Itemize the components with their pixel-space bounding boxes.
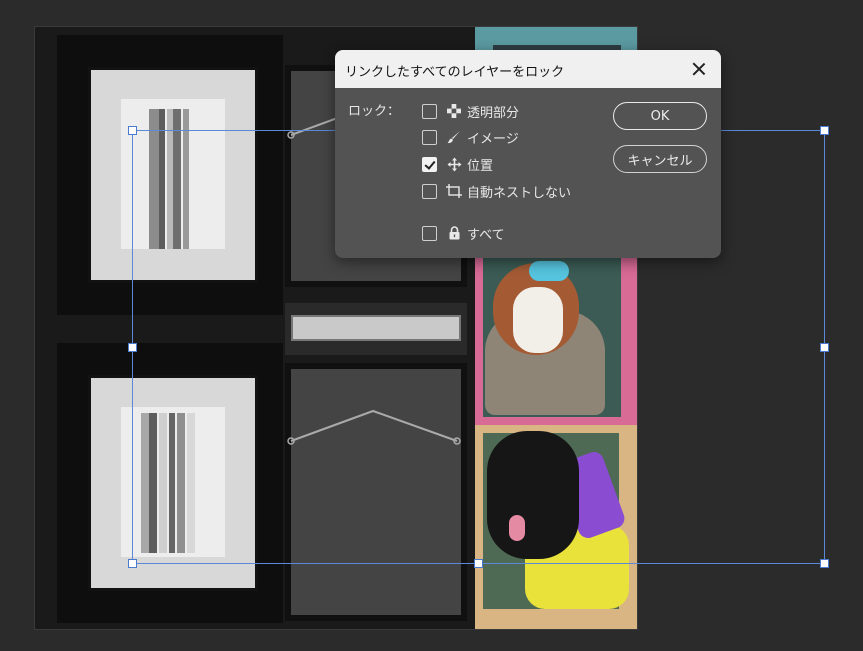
dialog-title: リンクしたすべてのレイヤーをロック	[345, 65, 565, 80]
lock-all-checkbox[interactable]	[422, 225, 437, 241]
checkerboard-icon	[446, 103, 462, 119]
photo-tile-pink-dog	[475, 257, 637, 425]
close-icon[interactable]	[689, 59, 709, 79]
transform-handle-bottom-middle[interactable]	[474, 559, 483, 568]
horizontal-frame-middle	[285, 303, 467, 355]
lock-transparency-label: 透明部分	[467, 105, 520, 121]
dog-head-black	[487, 431, 579, 559]
transform-handle-top-left[interactable]	[128, 126, 137, 135]
lock-image-checkbox[interactable]	[422, 129, 437, 145]
transform-handle-middle-right[interactable]	[820, 343, 829, 352]
artboard-nest-icon	[446, 183, 462, 199]
lock-transparency-checkbox[interactable]	[422, 103, 437, 119]
ok-button[interactable]: OK	[613, 102, 707, 130]
lock-transparency-option[interactable]: 透明部分	[422, 101, 519, 121]
brush-icon	[446, 129, 462, 145]
transform-handle-bottom-left[interactable]	[128, 559, 137, 568]
lock-all-option[interactable]: すべて	[422, 223, 505, 243]
grey-frame-bottom	[285, 363, 467, 621]
lock-all-label: すべて	[467, 227, 505, 243]
hanging-wire-bottom	[287, 409, 461, 445]
transform-handle-bottom-right[interactable]	[820, 559, 829, 568]
lock-position-option[interactable]: 位置	[422, 154, 493, 174]
transform-handle-top-right[interactable]	[820, 126, 829, 135]
photo-tile-tan-dog	[475, 425, 637, 629]
lock-image-label: イメージ	[467, 131, 519, 147]
cancel-button[interactable]: キャンセル	[613, 145, 707, 173]
transform-handle-middle-left[interactable]	[128, 343, 137, 352]
dialog-titlebar: リンクしたすべてのレイヤーをロック	[335, 50, 721, 88]
move-arrows-icon	[446, 156, 462, 172]
prevent-auto-nest-option[interactable]: 自動ネストしない	[422, 181, 571, 201]
prevent-auto-nest-checkbox[interactable]	[422, 183, 437, 199]
lock-position-checkbox[interactable]	[422, 156, 437, 172]
lock-position-label: 位置	[467, 158, 494, 174]
prevent-auto-nest-label: 自動ネストしない	[467, 185, 572, 201]
lock-image-option[interactable]: イメージ	[422, 127, 519, 147]
lock-linked-layers-dialog: リンクしたすべてのレイヤーをロック ロック： 透明部分 イメージ 位置 自動ネス…	[335, 50, 721, 258]
padlock-icon	[446, 225, 462, 241]
striped-bars-bottom	[135, 413, 207, 553]
lock-label: ロック：	[348, 104, 401, 119]
